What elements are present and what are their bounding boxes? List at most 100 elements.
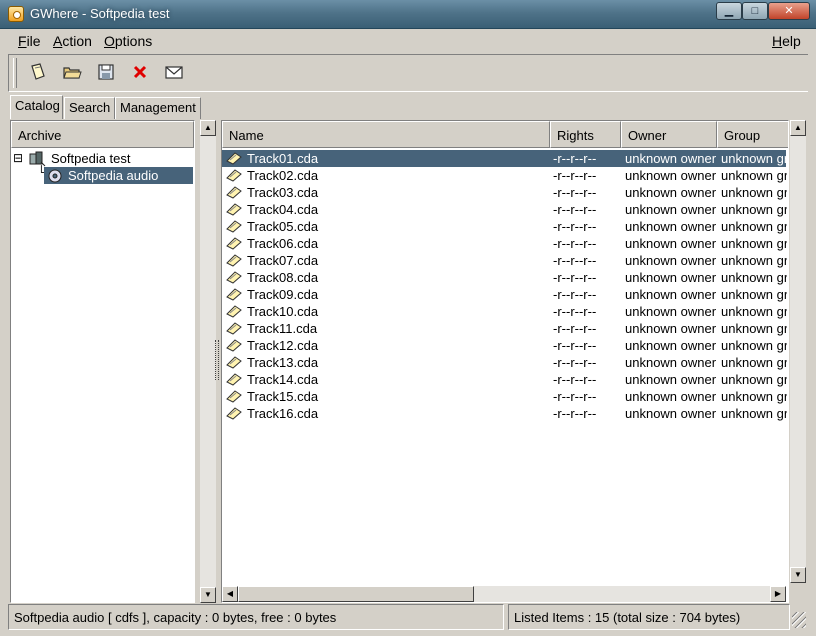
status-disk-info: Softpedia audio [ cdfs ], capacity : 0 b… bbox=[8, 604, 504, 630]
horizontal-scroll-thumb[interactable] bbox=[238, 586, 474, 602]
file-row[interactable]: Track16.cda -r--r--r-- unknown owner unknow… bbox=[222, 405, 787, 422]
file-row[interactable]: Track05.cda -r--r--r-- unknown owner unknow… bbox=[222, 218, 787, 235]
file-group: unknown group bbox=[721, 151, 787, 166]
file-row[interactable]: Track08.cda -r--r--r-- unknown owner unknow… bbox=[222, 269, 787, 286]
file-name: Track03.cda bbox=[247, 185, 319, 200]
scroll-down-icon[interactable]: ▼ bbox=[790, 567, 806, 583]
file-owner: unknown owner bbox=[625, 185, 717, 200]
file-owner: unknown owner bbox=[625, 270, 717, 285]
cda-file-icon bbox=[226, 288, 242, 301]
file-name: Track09.cda bbox=[247, 287, 319, 302]
menu-help[interactable]: Help bbox=[772, 33, 801, 49]
file-owner: unknown owner bbox=[625, 253, 717, 268]
cda-file-icon bbox=[226, 407, 242, 420]
file-row[interactable]: Track06.cda -r--r--r-- unknown owner unknow… bbox=[222, 235, 787, 252]
cda-file-icon bbox=[226, 305, 242, 318]
file-row[interactable]: Track11.cda -r--r--r-- unknown owner unknow… bbox=[222, 320, 787, 337]
file-rights: -r--r--r-- bbox=[553, 406, 597, 421]
file-group: unknown group bbox=[721, 253, 787, 268]
tree-expander-icon[interactable]: ⊟ bbox=[13, 150, 23, 167]
file-group: unknown group bbox=[721, 304, 787, 319]
catalog-tree[interactable]: Archive ⊟ Softpedia test └ Softpedia aud… bbox=[10, 120, 195, 603]
open-catalog-button[interactable] bbox=[60, 62, 84, 86]
column-header-owner[interactable]: Owner bbox=[621, 121, 717, 148]
new-catalog-button[interactable] bbox=[26, 62, 50, 86]
menu-help-mnemonic: H bbox=[772, 33, 783, 49]
file-row[interactable]: Track03.cda -r--r--r-- unknown owner unknow… bbox=[222, 184, 787, 201]
scroll-down-icon[interactable]: ▼ bbox=[200, 587, 216, 603]
cda-file-icon bbox=[226, 271, 242, 284]
file-row[interactable]: Track15.cda -r--r--r-- unknown owner unknow… bbox=[222, 388, 787, 405]
save-catalog-button[interactable] bbox=[94, 62, 118, 86]
file-owner: unknown owner bbox=[625, 321, 717, 336]
list-vertical-scrollbar[interactable]: ▲ ▼ bbox=[790, 120, 806, 583]
file-name: Track13.cda bbox=[247, 355, 319, 370]
menu-options-mnemonic: O bbox=[104, 33, 115, 49]
file-row[interactable]: Track10.cda -r--r--r-- unknown owner unknow… bbox=[222, 303, 787, 320]
file-row[interactable]: Track01.cda -r--r--r-- unknown owner unknow… bbox=[222, 150, 787, 167]
scroll-up-icon[interactable]: ▲ bbox=[200, 120, 216, 136]
close-button[interactable]: ✕ bbox=[768, 2, 810, 20]
minimize-button[interactable]: ▁ bbox=[716, 2, 742, 20]
file-owner: unknown owner bbox=[625, 372, 717, 387]
scroll-right-icon[interactable]: ▶ bbox=[770, 586, 786, 602]
file-rights: -r--r--r-- bbox=[553, 304, 597, 319]
title-bar: GWhere - Softpedia test ▁ □ ✕ bbox=[0, 0, 816, 29]
file-group: unknown group bbox=[721, 406, 787, 421]
file-row[interactable]: Track04.cda -r--r--r-- unknown owner unknow… bbox=[222, 201, 787, 218]
file-rights: -r--r--r-- bbox=[553, 151, 597, 166]
file-row[interactable]: Track13.cda -r--r--r-- unknown owner unknow… bbox=[222, 354, 787, 371]
scroll-left-icon[interactable]: ◀ bbox=[222, 586, 238, 602]
file-row[interactable]: Track12.cda -r--r--r-- unknown owner unknow… bbox=[222, 337, 787, 354]
pane-splitter-handle[interactable] bbox=[215, 340, 219, 380]
file-group: unknown group bbox=[721, 287, 787, 302]
file-row[interactable]: Track14.cda -r--r--r-- unknown owner unknow… bbox=[222, 371, 787, 388]
menu-file-mnemonic: F bbox=[18, 33, 27, 49]
file-group: unknown group bbox=[721, 202, 787, 217]
tree-vertical-scrollbar[interactable]: ▲ ▼ bbox=[200, 120, 216, 603]
cda-file-icon bbox=[226, 373, 242, 386]
column-header-group[interactable]: Group bbox=[717, 121, 788, 148]
send-mail-button[interactable] bbox=[162, 62, 186, 86]
cd-disk-icon bbox=[48, 169, 62, 183]
file-list[interactable]: Name Rights Owner Group Track01.cda -r--r… bbox=[221, 120, 789, 603]
menu-file[interactable]: File bbox=[18, 33, 41, 49]
save-disk-icon bbox=[98, 64, 114, 80]
tab-management[interactable]: Management bbox=[115, 97, 201, 119]
catalog-tree-pane: Archive ⊟ Softpedia test └ Softpedia aud… bbox=[10, 119, 219, 604]
resize-grip[interactable] bbox=[792, 612, 806, 628]
file-row[interactable]: Track02.cda -r--r--r-- unknown owner unknow… bbox=[222, 167, 787, 184]
column-header-name[interactable]: Name bbox=[222, 121, 550, 148]
toolbar bbox=[8, 54, 808, 92]
delete-button[interactable] bbox=[128, 62, 152, 86]
file-name: Track14.cda bbox=[247, 372, 319, 387]
list-horizontal-scrollbar[interactable]: ◀ ▶ bbox=[222, 586, 786, 602]
tree-item-label: Softpedia test bbox=[51, 151, 131, 166]
file-row[interactable]: Track07.cda -r--r--r-- unknown owner unknow… bbox=[222, 252, 787, 269]
file-owner: unknown owner bbox=[625, 219, 717, 234]
tree-item-disk[interactable]: Softpedia audio bbox=[44, 167, 193, 184]
file-name: Track15.cda bbox=[247, 389, 319, 404]
file-name: Track12.cda bbox=[247, 338, 319, 353]
file-rights: -r--r--r-- bbox=[553, 202, 597, 217]
tab-catalog[interactable]: Catalog bbox=[10, 95, 63, 119]
scroll-up-icon[interactable]: ▲ bbox=[790, 120, 806, 136]
file-rights: -r--r--r-- bbox=[553, 287, 597, 302]
column-header-archive[interactable]: Archive bbox=[11, 121, 194, 148]
mail-icon bbox=[165, 66, 183, 79]
file-group: unknown group bbox=[721, 219, 787, 234]
menu-bar: File Action Options Help bbox=[6, 29, 810, 53]
file-owner: unknown owner bbox=[625, 338, 717, 353]
menu-options[interactable]: Options bbox=[104, 33, 152, 49]
column-header-rights[interactable]: Rights bbox=[550, 121, 621, 148]
maximize-button[interactable]: □ bbox=[742, 2, 768, 20]
file-owner: unknown owner bbox=[625, 151, 717, 166]
gwhere-app-icon[interactable] bbox=[8, 6, 24, 22]
file-rights: -r--r--r-- bbox=[553, 338, 597, 353]
toolbar-grip[interactable] bbox=[13, 58, 17, 88]
menu-action[interactable]: Action bbox=[53, 33, 92, 49]
file-row[interactable]: Track09.cda -r--r--r-- unknown owner unknow… bbox=[222, 286, 787, 303]
tab-search[interactable]: Search bbox=[64, 97, 115, 119]
file-list-pane: Name Rights Owner Group Track01.cda -r--r… bbox=[221, 119, 807, 604]
file-owner: unknown owner bbox=[625, 202, 717, 217]
